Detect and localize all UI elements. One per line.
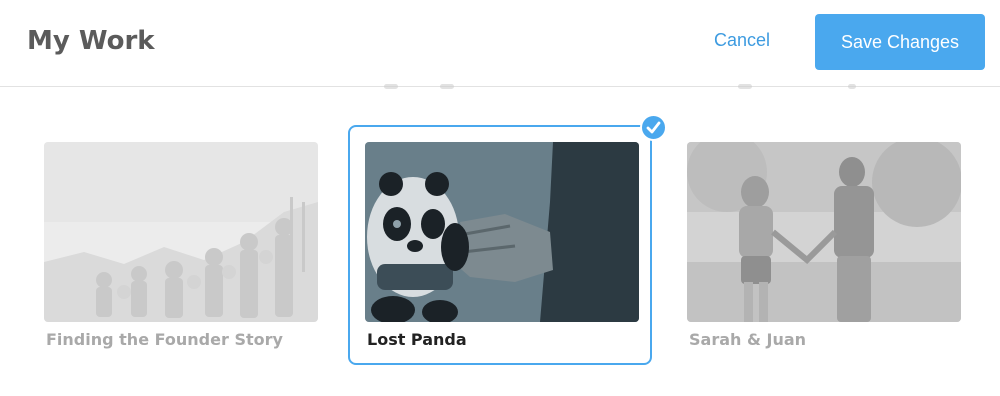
couple-walking-image (687, 142, 961, 322)
project-caption: Sarah & Juan (689, 330, 807, 349)
scrolled-content-hint (440, 84, 454, 89)
scrolled-content-hint (738, 84, 752, 89)
statue-relief-image (44, 142, 318, 322)
project-card-lost-panda[interactable]: Lost Panda (365, 142, 639, 352)
selected-check-icon (640, 114, 667, 141)
project-caption: Finding the Founder Story (46, 330, 283, 349)
scrolled-content-hint (384, 84, 398, 89)
page-title: My Work (27, 26, 155, 56)
project-card-finding-the-founder-story[interactable]: Finding the Founder Story (44, 142, 318, 352)
cancel-button[interactable]: Cancel (714, 30, 770, 51)
save-changes-button[interactable]: Save Changes (815, 14, 985, 70)
scrolled-content-hint (848, 84, 856, 89)
project-caption: Lost Panda (367, 330, 467, 349)
panda-toy-image (365, 142, 639, 322)
project-card-sarah-and-juan[interactable]: Sarah & Juan (687, 142, 961, 352)
top-bar: My Work Cancel Save Changes (0, 0, 1000, 87)
